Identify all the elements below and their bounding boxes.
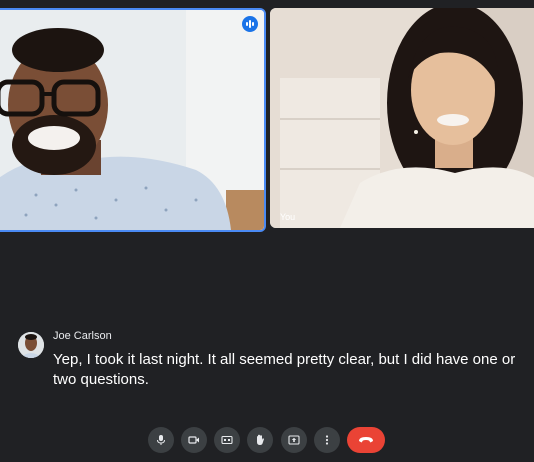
caption-text: Yep, I took it last night. It all seemed… <box>53 351 516 388</box>
mic-icon <box>157 435 165 445</box>
call-controls-bar <box>0 427 534 453</box>
raise-hand-button[interactable] <box>247 427 273 453</box>
hand-icon <box>257 434 264 445</box>
speaking-indicator-icon <box>242 16 258 32</box>
caption-speaker-name: Joe Carlson <box>53 330 112 342</box>
video-tile-joe[interactable] <box>0 8 266 232</box>
videocam-icon <box>188 436 199 444</box>
leave-call-button[interactable] <box>347 427 385 453</box>
present-screen-icon <box>288 435 300 445</box>
more-vert-icon <box>325 435 329 445</box>
participant-name-label: You <box>280 212 296 222</box>
video-tile-you[interactable]: You <box>270 8 534 228</box>
microphone-button[interactable] <box>148 427 174 453</box>
closed-caption-icon <box>221 435 233 445</box>
participant-video-you <box>270 8 534 228</box>
avatar <box>18 332 44 358</box>
call-end-icon <box>359 437 373 443</box>
more-options-button[interactable] <box>314 427 340 453</box>
participant-video-joe <box>0 10 264 230</box>
present-button[interactable] <box>281 427 307 453</box>
camera-button[interactable] <box>181 427 207 453</box>
captions-button[interactable] <box>214 427 240 453</box>
